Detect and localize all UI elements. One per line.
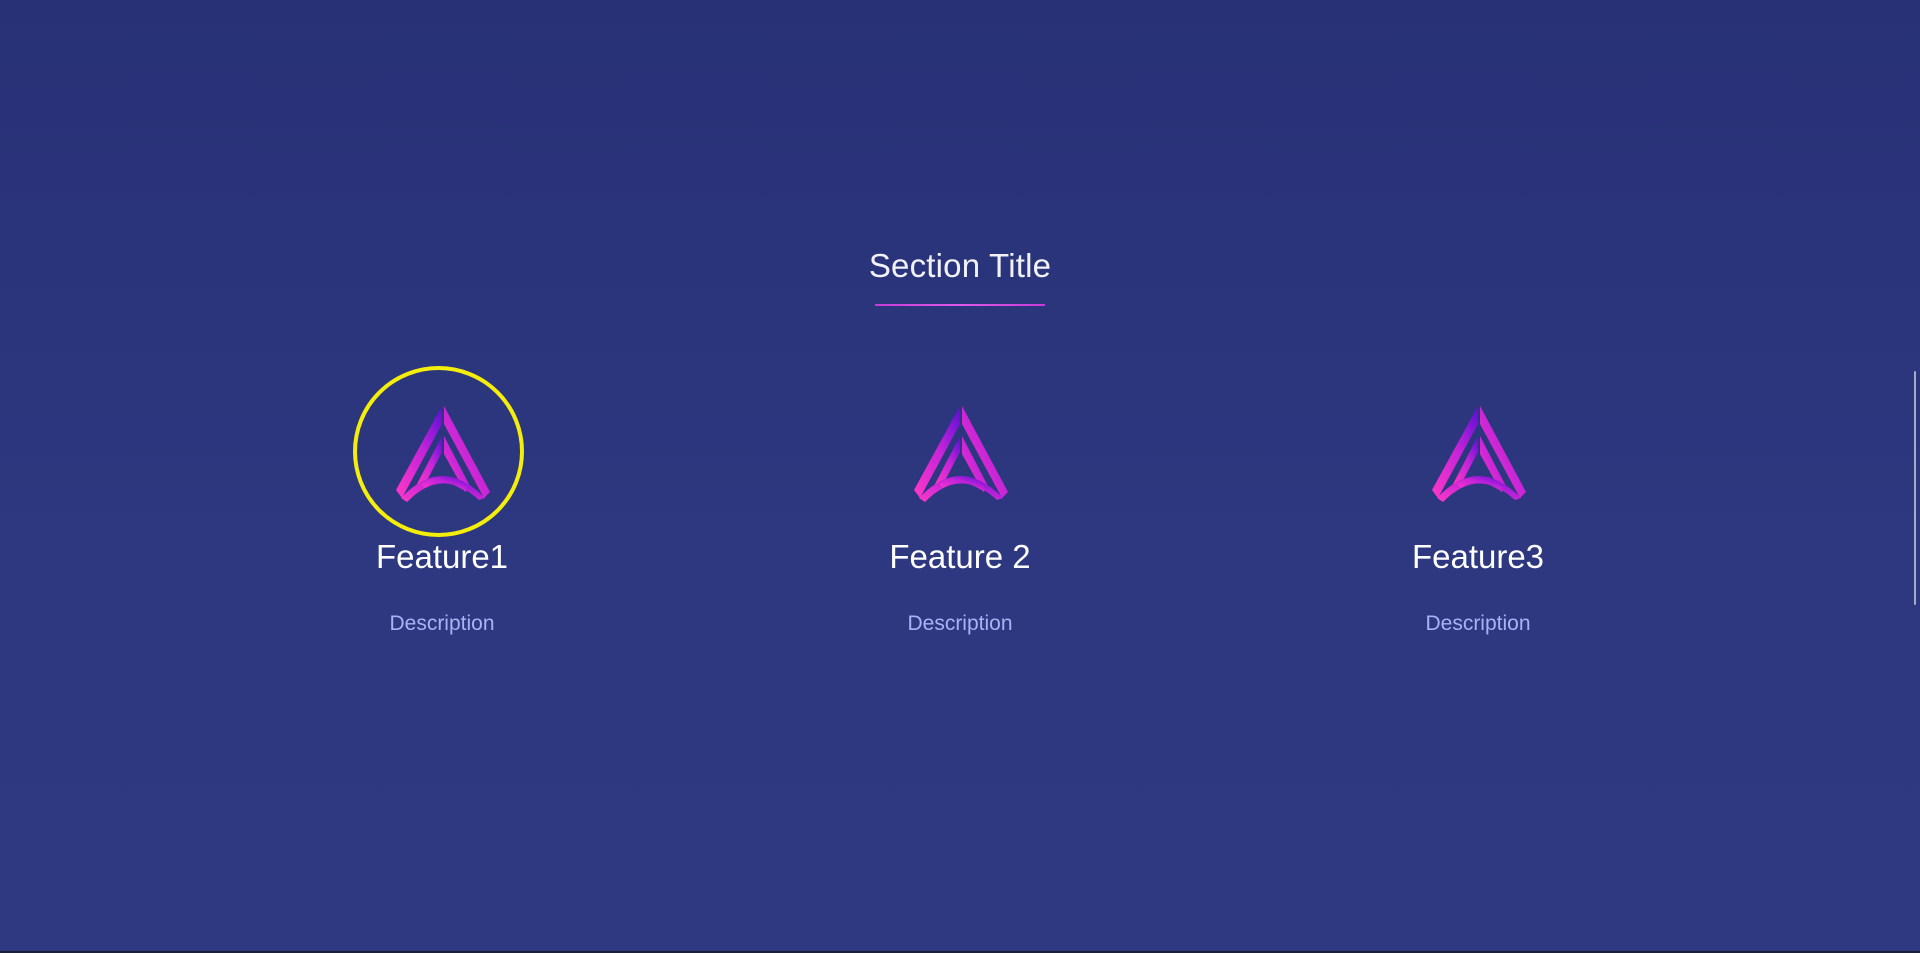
- scrollbar-thumb[interactable]: [1914, 371, 1916, 605]
- feature-card-1: Feature1 Description: [262, 360, 622, 650]
- feature-description: Description: [907, 612, 1013, 635]
- feature-name: Feature3: [1411, 538, 1545, 575]
- page: Section Title Feature1 Description Featu…: [0, 0, 1920, 953]
- section-title-underline: [875, 304, 1045, 306]
- triangle-logo-icon[interactable]: [905, 402, 1015, 512]
- feature-name: Feature1: [375, 538, 509, 575]
- triangle-logo-icon[interactable]: [1423, 402, 1533, 512]
- feature-description: Description: [1425, 612, 1531, 635]
- triangle-logo-icon[interactable]: [387, 402, 497, 512]
- section-title: Section Title: [868, 247, 1052, 284]
- feature-description: Description: [389, 612, 495, 635]
- feature-card-3: Feature3 Description: [1298, 360, 1658, 650]
- feature-name: Feature 2: [889, 538, 1031, 575]
- feature-card-2: Feature 2 Description: [780, 360, 1140, 650]
